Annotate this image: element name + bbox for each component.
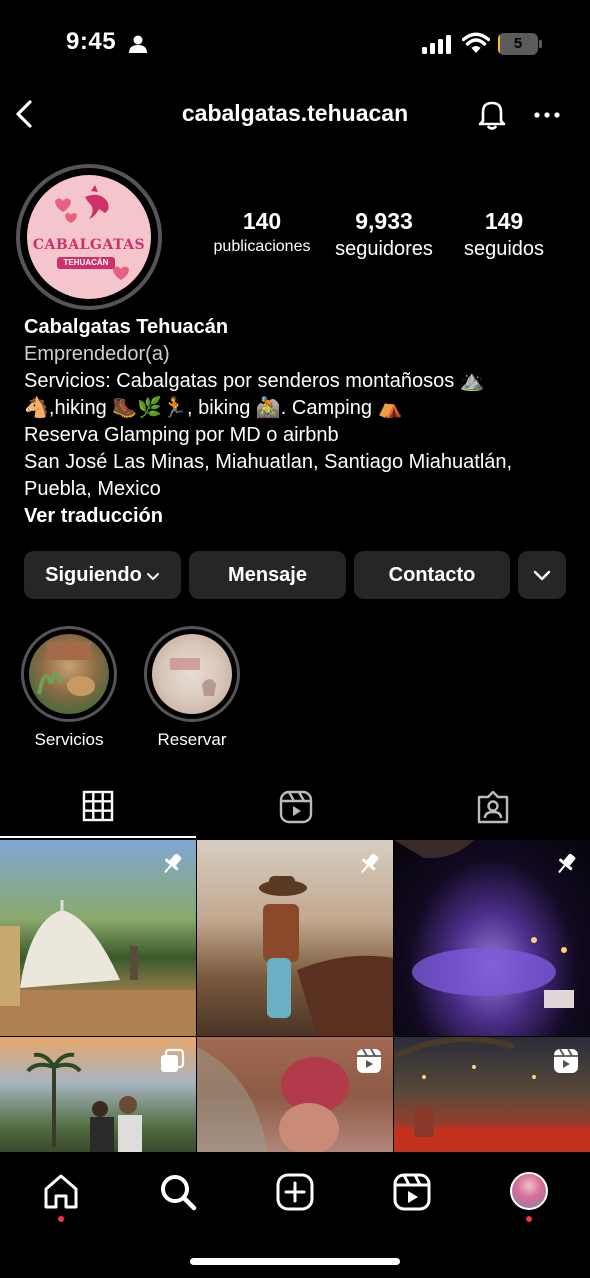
profile-stats: 140 publicaciones 9,933 seguidores 149 s… [196, 208, 576, 268]
suggested-accounts-button[interactable] [518, 551, 566, 599]
stat-followers-label: seguidores [335, 238, 433, 260]
translate-link[interactable]: Ver traducción [24, 503, 574, 530]
stat-followers[interactable]: 9,933 seguidores [328, 208, 440, 261]
post-tile[interactable] [394, 840, 590, 1036]
profile-avatar[interactable]: CABALGATAS TEHUACÁN [16, 164, 162, 310]
tab-posts[interactable] [0, 780, 196, 838]
highlight-label: Reservar [157, 730, 227, 749]
message-button[interactable]: Mensaje [189, 551, 346, 599]
status-bar: 9:45 5 [0, 0, 590, 88]
tab-tagged[interactable] [394, 780, 590, 838]
bio-line: Reserva Glamping por MD o airbnb [24, 424, 339, 446]
tagged-icon [477, 790, 509, 824]
signal-icon [422, 35, 451, 54]
highlight-reservar[interactable]: Reservar [144, 626, 240, 750]
post-tile[interactable] [0, 840, 196, 1036]
reels-icon [357, 1048, 381, 1073]
highlight-servicios[interactable]: Servicios [21, 626, 117, 750]
avatar-logo-subtext: TEHUACÁN [57, 257, 115, 269]
bio-line: Puebla, Mexico [24, 478, 161, 500]
profile-avatar-icon[interactable] [510, 1172, 548, 1210]
tab-reels[interactable] [197, 780, 393, 838]
carousel-icon [161, 1048, 185, 1072]
post-tile[interactable] [197, 1037, 393, 1152]
stat-followers-value: 9,933 [355, 208, 413, 234]
stat-following[interactable]: 149 seguidos [452, 208, 556, 261]
stat-posts[interactable]: 140 publicaciones [206, 208, 318, 256]
reels-icon [279, 790, 313, 824]
battery-icon: 5 [498, 33, 542, 55]
stat-posts-value: 140 [242, 208, 282, 234]
highlight-label: Servicios [34, 730, 104, 749]
battery-level: 5 [513, 35, 523, 52]
highlight-ring [21, 626, 117, 722]
contact-button[interactable]: Contacto [354, 551, 510, 599]
bio-line: Servicios: Cabalgatas por senderos monta… [24, 370, 485, 392]
post-tile[interactable] [197, 840, 393, 1036]
stat-following-value: 149 [484, 208, 524, 234]
posts-grid [0, 840, 590, 1152]
reels-icon[interactable] [392, 1172, 432, 1212]
stat-following-label: seguidos [463, 238, 545, 260]
grid-icon [82, 790, 114, 822]
search-icon[interactable] [158, 1172, 198, 1212]
highlight-cover [29, 634, 109, 714]
chevron-down-icon [146, 572, 159, 580]
highlight-image [37, 642, 95, 696]
profile-header: cabalgatas.tehuacan [0, 88, 590, 144]
following-button[interactable]: Siguiendo [24, 551, 181, 599]
highlight-cover [152, 634, 232, 714]
home-notification-dot [58, 1216, 64, 1222]
pin-icon [361, 853, 379, 874]
home-indicator[interactable] [190, 1258, 400, 1265]
profile-bio: Cabalgatas Tehuacán Emprendedor(a) Servi… [24, 314, 574, 530]
more-options-icon[interactable] [530, 100, 564, 130]
profile-category: Emprendedor(a) [24, 343, 170, 365]
bell-icon[interactable] [474, 96, 510, 132]
profile-tabs [0, 780, 590, 838]
create-icon[interactable] [275, 1172, 315, 1212]
pin-icon [558, 853, 576, 874]
following-button-label: Siguiendo [45, 564, 142, 586]
wifi-icon [462, 32, 490, 53]
profile-name: Cabalgatas Tehuacán [24, 316, 229, 338]
bio-line: San José Las Minas, Miahuatlan, Santiago… [24, 451, 513, 473]
pin-icon [164, 853, 182, 874]
highlight-image [170, 658, 216, 696]
bio-line: 🐴,hiking 🥾🌿🏃, biking 🚵. Camping ⛺ [24, 397, 403, 419]
status-time: 9:45 [66, 28, 117, 55]
person-icon [129, 35, 147, 53]
chevron-down-icon [533, 570, 551, 581]
post-tile[interactable] [394, 1037, 590, 1152]
reels-icon [554, 1048, 578, 1073]
post-tile[interactable] [0, 1037, 196, 1152]
profile-actions: Siguiendo Mensaje Contacto [24, 551, 566, 599]
avatar-logo-text: CABALGATAS [32, 237, 146, 253]
stat-posts-label: publicaciones [213, 238, 311, 255]
home-icon[interactable] [41, 1172, 81, 1212]
highlight-ring [144, 626, 240, 722]
profile-notification-dot [526, 1216, 532, 1222]
avatar-logo: CABALGATAS TEHUACÁN [27, 175, 151, 299]
